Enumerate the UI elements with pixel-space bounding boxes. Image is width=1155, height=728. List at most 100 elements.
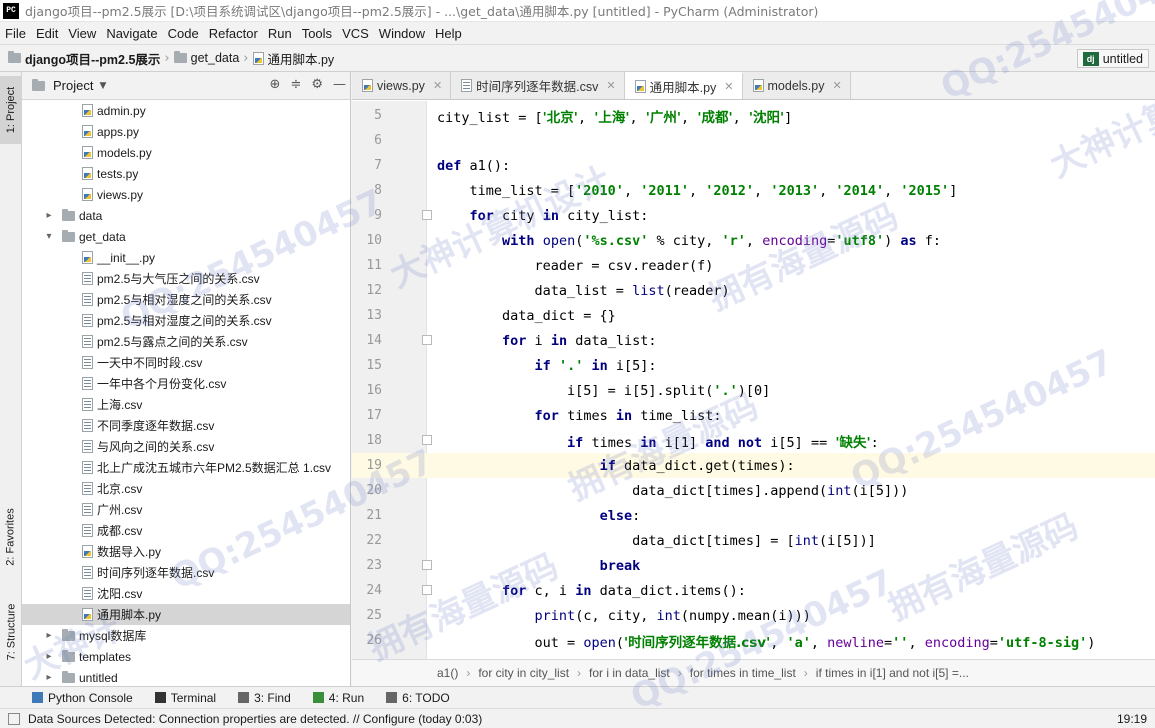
- tree-file[interactable]: 一天中不同时段.csv: [22, 352, 350, 373]
- code-line[interactable]: 20 data_dict[times].append(int(i[5])): [352, 478, 1155, 503]
- menu-edit[interactable]: Edit: [31, 26, 63, 41]
- tool-window-button[interactable]: Python Console: [32, 691, 133, 705]
- gear-icon[interactable]: ⚙: [311, 77, 323, 92]
- code-breadcrumb-item[interactable]: if times in i[1] and not i[5] =...: [816, 666, 969, 680]
- code-line[interactable]: 15 if '.' in i[5]:: [352, 353, 1155, 378]
- code-line[interactable]: 25 print(c, city, int(numpy.mean(i))): [352, 603, 1155, 628]
- menu-help[interactable]: Help: [430, 26, 467, 41]
- tree-file[interactable]: admin.py: [22, 100, 350, 121]
- menu-navigate[interactable]: Navigate: [101, 26, 162, 41]
- code-line[interactable]: 7 def a1():: [352, 153, 1155, 178]
- favorites-tool-tab[interactable]: 2: Favorites: [0, 492, 22, 582]
- tool-window-button[interactable]: 6: TODO: [386, 691, 450, 705]
- tree-file[interactable]: 成都.csv: [22, 520, 350, 541]
- code-line[interactable]: 18 if times in i[1] and not i[5] == '缺失'…: [352, 428, 1155, 453]
- code-line[interactable]: 10 with open('%s.csv' % city, 'r', encod…: [352, 228, 1155, 253]
- nav-project[interactable]: django项目--pm2.5展示: [8, 49, 160, 68]
- chevron-down-icon[interactable]: ▼: [99, 81, 106, 91]
- status-message[interactable]: Data Sources Detected: Connection proper…: [28, 712, 482, 726]
- status-toggle-icon[interactable]: [8, 712, 20, 725]
- code-line[interactable]: 26 out = open('时间序列逐年数据.csv', 'a', newli…: [352, 628, 1155, 653]
- code-line[interactable]: 23 break: [352, 553, 1155, 578]
- close-icon[interactable]: ✕: [606, 79, 615, 92]
- close-icon[interactable]: ✕: [433, 79, 442, 92]
- code-breadcrumb-item[interactable]: for i in data_list: [589, 666, 670, 680]
- tree-file[interactable]: pm2.5与相对湿度之间的关系.csv: [22, 289, 350, 310]
- hide-panel-icon[interactable]: —: [333, 77, 346, 92]
- fold-marker-icon[interactable]: [422, 335, 432, 345]
- close-icon[interactable]: ✕: [724, 80, 733, 93]
- collapse-all-icon[interactable]: ≑: [290, 77, 301, 92]
- tree-folder[interactable]: ▸ templates: [22, 646, 350, 667]
- chevron-right-icon[interactable]: ▸: [42, 630, 56, 641]
- code-line[interactable]: 17 for times in time_list:: [352, 403, 1155, 428]
- structure-tool-tab[interactable]: 7: Structure: [0, 592, 22, 672]
- fold-marker-icon[interactable]: [422, 560, 432, 570]
- menu-refactor[interactable]: Refactor: [204, 26, 263, 41]
- tool-window-button[interactable]: Terminal: [154, 691, 216, 705]
- tree-file[interactable]: 沈阳.csv: [22, 583, 350, 604]
- code-line[interactable]: 5 city_list = ['北京', '上海', '广州', '成都', '沈…: [352, 103, 1155, 128]
- code-line[interactable]: 6: [352, 128, 1155, 153]
- tree-file[interactable]: 与风向之间的关系.csv: [22, 436, 350, 457]
- tree-file[interactable]: 广州.csv: [22, 499, 350, 520]
- editor-tab[interactable]: models.py ✕: [742, 72, 851, 99]
- tree-file[interactable]: models.py: [22, 142, 350, 163]
- code-line[interactable]: 22 data_dict[times] = [int(i[5])]: [352, 528, 1155, 553]
- chevron-right-icon[interactable]: ▸: [42, 210, 56, 221]
- code-editor[interactable]: 5 city_list = ['北京', '上海', '广州', '成都', '沈…: [352, 101, 1155, 659]
- fold-marker-icon[interactable]: [422, 210, 432, 220]
- tree-file[interactable]: 时间序列逐年数据.csv: [22, 562, 350, 583]
- code-line[interactable]: 11 reader = csv.reader(f): [352, 253, 1155, 278]
- menu-tools[interactable]: Tools: [297, 26, 337, 41]
- chevron-down-icon[interactable]: ▾: [42, 231, 56, 242]
- code-breadcrumb-item[interactable]: a1(): [437, 666, 458, 680]
- tree-file[interactable]: 北上广成沈五城市六年PM2.5数据汇总 1.csv: [22, 457, 350, 478]
- tree-file[interactable]: 一年中各个月份变化.csv: [22, 373, 350, 394]
- tree-file[interactable]: 不同季度逐年数据.csv: [22, 415, 350, 436]
- editor-tab[interactable]: views.py ✕: [352, 72, 452, 99]
- menu-file[interactable]: File: [0, 26, 31, 41]
- tree-file[interactable]: tests.py: [22, 163, 350, 184]
- nav-file[interactable]: 通用脚本.py: [252, 49, 334, 68]
- editor-tab[interactable]: 时间序列逐年数据.csv ✕: [451, 72, 625, 99]
- project-panel-title[interactable]: Project: [53, 78, 93, 93]
- tree-file[interactable]: 上海.csv: [22, 394, 350, 415]
- code-line[interactable]: 9 for city in city_list:: [352, 203, 1155, 228]
- code-line[interactable]: 12 data_list = list(reader): [352, 278, 1155, 303]
- menu-vcs[interactable]: VCS: [337, 26, 374, 41]
- fold-marker-icon[interactable]: [422, 435, 432, 445]
- editor-tab[interactable]: 通用脚本.py ✕: [624, 72, 743, 99]
- code-line[interactable]: 24 for c, i in data_dict.items():: [352, 578, 1155, 603]
- tree-file[interactable]: __init__.py: [22, 247, 350, 268]
- code-line[interactable]: 13 data_dict = {}: [352, 303, 1155, 328]
- locate-icon[interactable]: ⊕: [270, 77, 281, 92]
- tool-window-button[interactable]: 4: Run: [312, 691, 364, 705]
- code-breadcrumb-item[interactable]: for city in city_list: [478, 666, 569, 680]
- nav-folder[interactable]: get_data: [173, 51, 239, 65]
- tree-file[interactable]: 北京.csv: [22, 478, 350, 499]
- tree-file[interactable]: views.py: [22, 184, 350, 205]
- fold-marker-icon[interactable]: [422, 585, 432, 595]
- menu-code[interactable]: Code: [163, 26, 204, 41]
- project-tool-tab[interactable]: 1: Project: [0, 76, 22, 144]
- close-icon[interactable]: ✕: [833, 79, 842, 92]
- code-line[interactable]: 8 time_list = ['2010', '2011', '2012', '…: [352, 178, 1155, 203]
- code-breadcrumb-item[interactable]: for times in time_list: [690, 666, 796, 680]
- tree-file[interactable]: pm2.5与大气压之间的关系.csv: [22, 268, 350, 289]
- tree-folder[interactable]: ▾ get_data: [22, 226, 350, 247]
- chevron-right-icon[interactable]: ▸: [42, 672, 56, 683]
- tree-file[interactable]: 通用脚本.py: [22, 604, 350, 625]
- menu-view[interactable]: View: [63, 26, 101, 41]
- tree-file[interactable]: pm2.5与相对湿度之间的关系.csv: [22, 310, 350, 331]
- tree-folder[interactable]: ▸ untitled: [22, 667, 350, 688]
- tree-file[interactable]: pm2.5与露点之间的关系.csv: [22, 331, 350, 352]
- run-config-selector[interactable]: dj untitled: [1076, 49, 1149, 68]
- tree-file[interactable]: 数据导入.py: [22, 541, 350, 562]
- code-line[interactable]: 21 else:: [352, 503, 1155, 528]
- tree-folder[interactable]: ▸ data: [22, 205, 350, 226]
- tree-folder[interactable]: ▸ mysql数据库: [22, 625, 350, 646]
- code-line[interactable]: 19 if data_dict.get(times):: [352, 453, 1155, 478]
- chevron-right-icon[interactable]: ▸: [42, 651, 56, 662]
- menu-window[interactable]: Window: [374, 26, 430, 41]
